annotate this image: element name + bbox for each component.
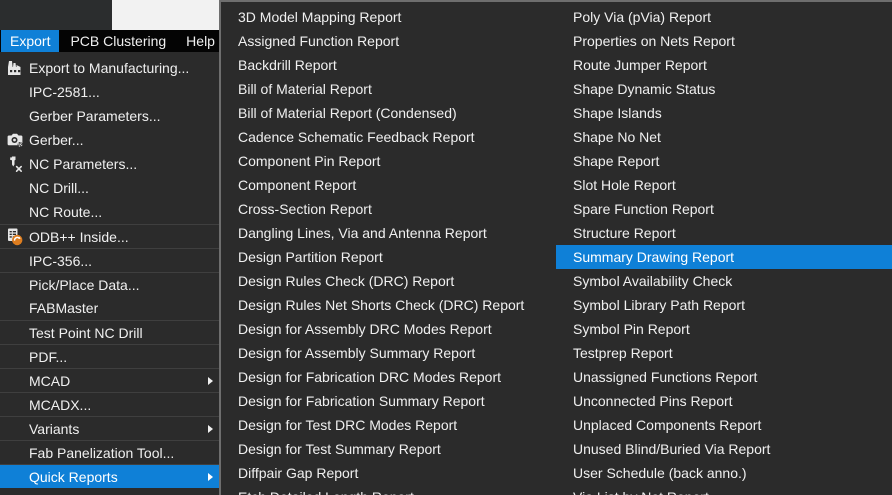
quick-report-item-design-for-fabrication-summary-report[interactable]: Design for Fabrication Summary Report <box>221 389 556 413</box>
export-menu-item-fabmaster[interactable]: FABMaster <box>0 296 219 320</box>
export-menu-item-pdf[interactable]: PDF... <box>0 344 219 368</box>
menu-item-label: IPC-2581... <box>29 84 100 100</box>
quick-report-item-component-pin-report[interactable]: Component Pin Report <box>221 149 556 173</box>
submenu-arrow-icon <box>208 376 213 385</box>
quick-report-item-shape-report[interactable]: Shape Report <box>556 149 892 173</box>
export-menu-item-export-to-manufacturing[interactable]: Export to Manufacturing... <box>0 56 219 80</box>
menu-item-label: Variants <box>29 420 80 437</box>
quick-report-item-structure-report[interactable]: Structure Report <box>556 221 892 245</box>
export-menu-item-quick-reports[interactable]: Quick Reports <box>0 464 219 488</box>
factory-icon <box>0 58 29 78</box>
quick-report-item-assigned-function-report[interactable]: Assigned Function Report <box>221 29 556 53</box>
quick-reports-submenu: 3D Model Mapping Report Assigned Function… <box>219 0 892 495</box>
quick-report-item-unconnected-pins-report[interactable]: Unconnected Pins Report <box>556 389 892 413</box>
quick-report-item-bill-of-material-report-condensed[interactable]: Bill of Material Report (Condensed) <box>221 101 556 125</box>
camera-icon <box>0 130 29 150</box>
quick-report-item-poly-via-pvia-report[interactable]: Poly Via (pVia) Report <box>556 5 892 29</box>
quick-report-item-properties-on-nets-report[interactable]: Properties on Nets Report <box>556 29 892 53</box>
quick-report-item-cross-section-report[interactable]: Cross-Section Report <box>221 197 556 221</box>
menu-item-label: PDF... <box>29 348 68 365</box>
quick-report-item-design-for-assembly-summary-report[interactable]: Design for Assembly Summary Report <box>221 341 556 365</box>
export-menu-item-nc-parameters[interactable]: NC Parameters... <box>0 152 219 176</box>
menu-item-label: MCAD <box>29 372 71 389</box>
export-menu-item-pick-place-data[interactable]: Pick/Place Data... <box>0 272 219 296</box>
quick-report-item-spare-function-report[interactable]: Spare Function Report <box>556 197 892 221</box>
export-menu-item-nc-route[interactable]: NC Route... <box>0 200 219 224</box>
quick-report-item-summary-drawing-report[interactable]: Summary Drawing Report <box>556 245 892 269</box>
menu-item-label: Fab Panelization Tool... <box>29 444 175 461</box>
quick-report-item-route-jumper-report[interactable]: Route Jumper Report <box>556 53 892 77</box>
quick-report-item-shape-islands[interactable]: Shape Islands <box>556 101 892 125</box>
menu-item-label: Quick Reports <box>29 468 118 485</box>
export-menu-item-fab-panelization-tool[interactable]: Fab Panelization Tool... <box>0 440 219 464</box>
export-menu-item-gerber-parameters[interactable]: Gerber Parameters... <box>0 104 219 128</box>
quick-report-item-shape-no-net[interactable]: Shape No Net <box>556 125 892 149</box>
menu-item-label: Pick/Place Data... <box>29 276 140 293</box>
quick-report-item-backdrill-report[interactable]: Backdrill Report <box>221 53 556 77</box>
quick-report-item-bill-of-material-report[interactable]: Bill of Material Report <box>221 77 556 101</box>
quick-report-item-symbol-availability-check[interactable]: Symbol Availability Check <box>556 269 892 293</box>
quick-report-item-testprep-report[interactable]: Testprep Report <box>556 341 892 365</box>
quick-reports-column-2: Poly Via (pVia) Report Properties on Nets… <box>556 5 892 495</box>
quick-report-item-diffpair-gap-report[interactable]: Diffpair Gap Report <box>221 461 556 485</box>
quick-report-item-slot-hole-report[interactable]: Slot Hole Report <box>556 173 892 197</box>
export-menu-item-mcad[interactable]: MCAD <box>0 368 219 392</box>
menu-item-label: NC Route... <box>29 204 103 220</box>
odb-icon <box>0 227 29 247</box>
export-dropdown-menu: Export to Manufacturing... IPC-2581... Ger… <box>0 52 219 495</box>
submenu-arrow-icon <box>208 472 213 481</box>
menu-item-label: NC Parameters... <box>29 156 138 172</box>
export-menu-item-test-point-nc-drill[interactable]: Test Point NC Drill <box>0 320 219 344</box>
menu-item-label: FABMaster <box>29 300 99 316</box>
menu-item-label: Gerber... <box>29 132 84 148</box>
menubar-item-help[interactable]: Help <box>177 30 224 52</box>
quick-report-item-design-for-test-summary-report[interactable]: Design for Test Summary Report <box>221 437 556 461</box>
export-menu-item-ipc-2581[interactable]: IPC-2581... <box>0 80 219 104</box>
quick-report-item-design-for-assembly-drc-modes-report[interactable]: Design for Assembly DRC Modes Report <box>221 317 556 341</box>
quick-reports-column-1: 3D Model Mapping Report Assigned Function… <box>221 5 556 495</box>
quick-report-item-design-rules-check-drc-report[interactable]: Design Rules Check (DRC) Report <box>221 269 556 293</box>
quick-report-item-design-for-test-drc-modes-report[interactable]: Design for Test DRC Modes Report <box>221 413 556 437</box>
export-menu-item-nc-drill[interactable]: NC Drill... <box>0 176 219 200</box>
menu-bar: Export PCB Clustering Help <box>0 30 219 52</box>
export-menu-item-odb-inside[interactable]: ODB++ Inside... <box>0 224 219 248</box>
menu-item-label: NC Drill... <box>29 180 89 196</box>
menu-item-label: MCADX... <box>29 396 92 413</box>
export-menu-item-ipc-356[interactable]: IPC-356... <box>0 248 219 272</box>
quick-report-item-symbol-library-path-report[interactable]: Symbol Library Path Report <box>556 293 892 317</box>
quick-report-item-unplaced-components-report[interactable]: Unplaced Components Report <box>556 413 892 437</box>
drill-icon <box>0 154 29 174</box>
quick-report-item-design-for-fabrication-drc-modes-report[interactable]: Design for Fabrication DRC Modes Report <box>221 365 556 389</box>
menubar-item-export[interactable]: Export <box>1 30 60 52</box>
menubar-item-pcb-clustering[interactable]: PCB Clustering <box>61 30 175 52</box>
app-canvas-area <box>112 0 219 30</box>
menu-item-label: Gerber Parameters... <box>29 108 161 124</box>
quick-report-item-via-list-by-net-report[interactable]: Via List by Net Report <box>556 485 892 495</box>
quick-report-item-design-partition-report[interactable]: Design Partition Report <box>221 245 556 269</box>
export-menu-item-mcadx[interactable]: MCADX... <box>0 392 219 416</box>
quick-report-item-3d-model-mapping-report[interactable]: 3D Model Mapping Report <box>221 5 556 29</box>
quick-report-item-shape-dynamic-status[interactable]: Shape Dynamic Status <box>556 77 892 101</box>
quick-report-item-dangling-lines-via-and-antenna-report[interactable]: Dangling Lines, Via and Antenna Report <box>221 221 556 245</box>
submenu-arrow-icon <box>208 424 213 433</box>
quick-report-item-symbol-pin-report[interactable]: Symbol Pin Report <box>556 317 892 341</box>
quick-report-item-etch-detailed-length-report[interactable]: Etch Detailed Length Report <box>221 485 556 495</box>
export-menu-item-gerber[interactable]: Gerber... <box>0 128 219 152</box>
menu-item-label: Export to Manufacturing... <box>29 60 190 76</box>
quick-report-item-design-rules-net-shorts-check-drc-report[interactable]: Design Rules Net Shorts Check (DRC) Repo… <box>221 293 556 317</box>
menu-item-label: IPC-356... <box>29 252 93 269</box>
quick-report-item-component-report[interactable]: Component Report <box>221 173 556 197</box>
quick-report-item-cadence-schematic-feedback-report[interactable]: Cadence Schematic Feedback Report <box>221 125 556 149</box>
quick-report-item-user-schedule-back-anno[interactable]: User Schedule (back anno.) <box>556 461 892 485</box>
menu-item-label: Test Point NC Drill <box>29 324 143 341</box>
quick-report-item-unassigned-functions-report[interactable]: Unassigned Functions Report <box>556 365 892 389</box>
menu-item-label: ODB++ Inside... <box>29 228 129 245</box>
quick-report-item-unused-blind-buried-via-report[interactable]: Unused Blind/Buried Via Report <box>556 437 892 461</box>
export-menu-item-variants[interactable]: Variants <box>0 416 219 440</box>
